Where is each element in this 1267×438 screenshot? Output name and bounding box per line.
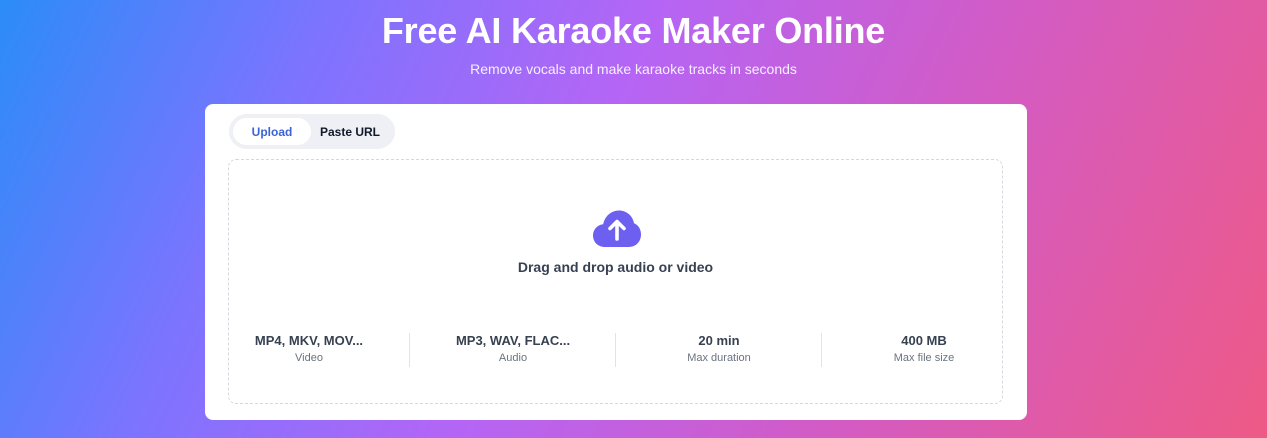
dropzone-prompt: Drag and drop audio or video bbox=[517, 259, 714, 275]
stat-label: Audio bbox=[498, 352, 528, 364]
format-stats: MP4, MKV, MOV... Video MP3, WAV, FLAC...… bbox=[229, 332, 1002, 368]
stat-value: MP3, WAV, FLAC... bbox=[455, 333, 571, 348]
tab-paste-url[interactable]: Paste URL bbox=[311, 118, 389, 145]
stat-duration: 20 min Max duration bbox=[639, 332, 799, 365]
stat-label: Max duration bbox=[687, 352, 751, 364]
divider bbox=[409, 333, 410, 367]
upload-card: Upload Paste URL Drag and drop audio or … bbox=[205, 104, 1027, 420]
stat-value: 20 min bbox=[698, 333, 740, 348]
stat-label: Max file size bbox=[893, 352, 955, 364]
page-subtitle: Remove vocals and make karaoke tracks in… bbox=[470, 61, 797, 77]
stat-value: MP4, MKV, MOV... bbox=[254, 333, 364, 348]
stat-video: MP4, MKV, MOV... Video bbox=[229, 332, 389, 365]
stat-audio: MP3, WAV, FLAC... Audio bbox=[433, 332, 593, 365]
file-dropzone[interactable]: Drag and drop audio or video MP4, MKV, M… bbox=[228, 159, 1003, 404]
divider bbox=[615, 333, 616, 367]
stat-label: Video bbox=[295, 352, 323, 364]
page-title: Free AI Karaoke Maker Online bbox=[381, 10, 886, 51]
source-tabs: Upload Paste URL bbox=[229, 114, 395, 149]
divider bbox=[821, 333, 822, 367]
stat-value: 400 MB bbox=[901, 333, 947, 348]
tab-upload[interactable]: Upload bbox=[233, 118, 311, 145]
stat-file-size: 400 MB Max file size bbox=[844, 332, 1004, 365]
cloud-upload-icon bbox=[593, 210, 641, 247]
